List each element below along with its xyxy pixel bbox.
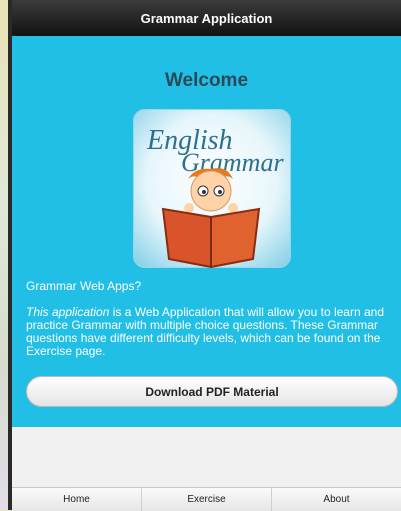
background-panel (0, 0, 12, 510)
boy-reading-book-icon: English Grammar (146, 125, 284, 268)
tab-about[interactable]: About (272, 488, 401, 511)
app-title: Grammar Application (140, 10, 273, 26)
main-content: Welcome English Grammar Grammar Web Apps… (12, 36, 401, 427)
intro-text: Grammar Web Apps? (26, 279, 142, 293)
app-window: Grammar Application Welcome English Gram… (12, 0, 401, 511)
welcome-heading: Welcome (164, 70, 249, 91)
tab-exercise[interactable]: Exercise (142, 488, 272, 511)
description-emphasis: This application (26, 305, 110, 319)
app-header: Grammar Application (12, 0, 401, 37)
download-pdf-button[interactable]: Download PDF Material (26, 376, 398, 407)
english-grammar-logo: English Grammar (133, 109, 291, 268)
description-paragraph: This application is a Web Application th… (26, 306, 394, 358)
tab-home[interactable]: Home (12, 488, 142, 511)
footer-navbar: Home Exercise About (12, 487, 401, 511)
